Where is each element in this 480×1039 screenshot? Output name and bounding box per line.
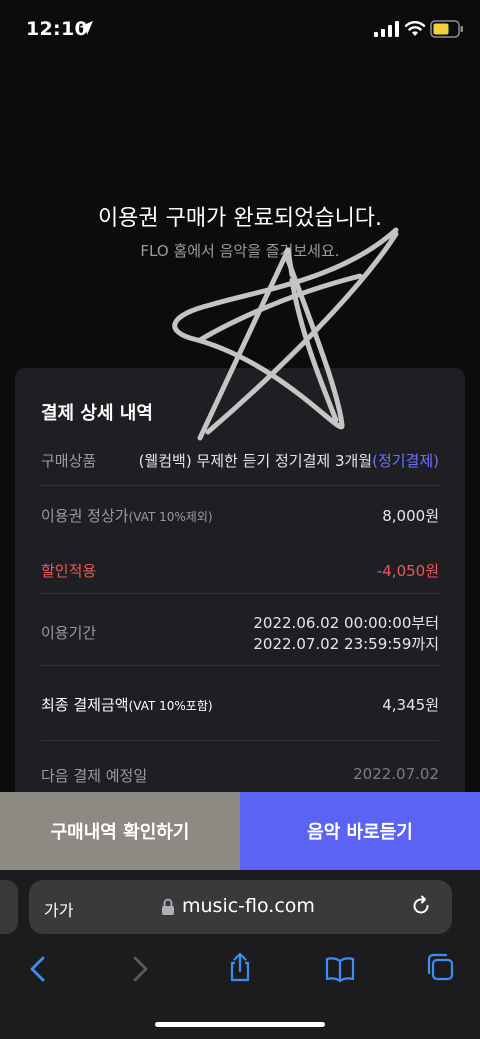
divider (41, 665, 439, 666)
regular-price-value: 8,000원 (382, 507, 439, 525)
page-subtitle: FLO 홈에서 음악을 즐겨보세요. (140, 242, 340, 260)
location-arrow-icon (79, 21, 93, 35)
discount-label: 할인적용 (41, 562, 97, 580)
reload-icon[interactable] (410, 895, 432, 917)
regular-price-label: 이용권 정상가(VAT 10%제외) (41, 505, 213, 526)
product-value: (웰컴백) 무제한 듣기 정기결제 3개월(정기결제) (139, 450, 439, 471)
page-title: 이용권 구매가 완료되었습니다. (97, 206, 383, 231)
battery-icon (430, 20, 463, 38)
card-title: 결제 상세 내역 (41, 403, 153, 424)
product-name: (웰컴백) 무제한 듣기 정기결제 3개월 (138, 452, 373, 470)
next-payment-value: 2022.07.02 (353, 765, 439, 783)
divider (41, 740, 439, 741)
product-label: 구매상품 (41, 452, 97, 470)
period-to: 2022.07.02 23:59:59까지 (253, 635, 439, 653)
final-amount-label-text: 최종 결제금액 (41, 696, 129, 714)
divider (41, 593, 439, 594)
next-payment-label: 다음 결제 예정일 (41, 767, 148, 785)
regular-price-note: (VAT 10%제외) (128, 510, 213, 524)
cellular-signal-icon (374, 21, 399, 37)
divider (41, 485, 439, 486)
final-amount-label: 최종 결제금액(VAT 10%포함) (41, 694, 213, 715)
product-tag: (정기결제) (372, 452, 439, 470)
tabs-icon[interactable] (425, 952, 455, 982)
period-label: 이용기간 (41, 624, 97, 642)
payment-detail-card: 결제 상세 내역 구매상품 (웰컴백) 무제한 듣기 정기결제 3개월(정기결제… (15, 368, 465, 798)
regular-price-label-text: 이용권 정상가 (41, 507, 129, 525)
forward-arrow-icon[interactable] (125, 954, 155, 984)
purchase-history-button[interactable]: 구매내역 확인하기 (0, 792, 240, 870)
period-from: 2022.06.02 00:00:00부터 (253, 614, 439, 632)
url-text[interactable]: music-flo.com (182, 895, 315, 917)
address-bar[interactable]: 가가 music-flo.com (29, 880, 452, 934)
browser-toolbar: 가가 music-flo.com (0, 870, 480, 1039)
back-arrow-icon[interactable] (23, 954, 53, 984)
wifi-icon (404, 21, 426, 36)
previous-tab-preview[interactable] (0, 880, 18, 934)
lock-icon (162, 898, 174, 915)
discount-value: -4,050원 (376, 562, 439, 580)
share-icon[interactable] (225, 952, 255, 982)
home-indicator (155, 1022, 325, 1027)
final-amount-note: (VAT 10%포함) (128, 699, 213, 713)
text-size-button[interactable]: 가가 (44, 897, 73, 921)
row-period: 이용기간 2022.06.02 00:00:00부터 2022.07.02 23… (41, 612, 439, 653)
play-music-button[interactable]: 음악 바로듣기 (240, 792, 480, 870)
bookmarks-icon[interactable] (325, 954, 355, 984)
final-amount-value: 4,345원 (382, 696, 439, 714)
status-bar: 12:10 (0, 0, 480, 60)
